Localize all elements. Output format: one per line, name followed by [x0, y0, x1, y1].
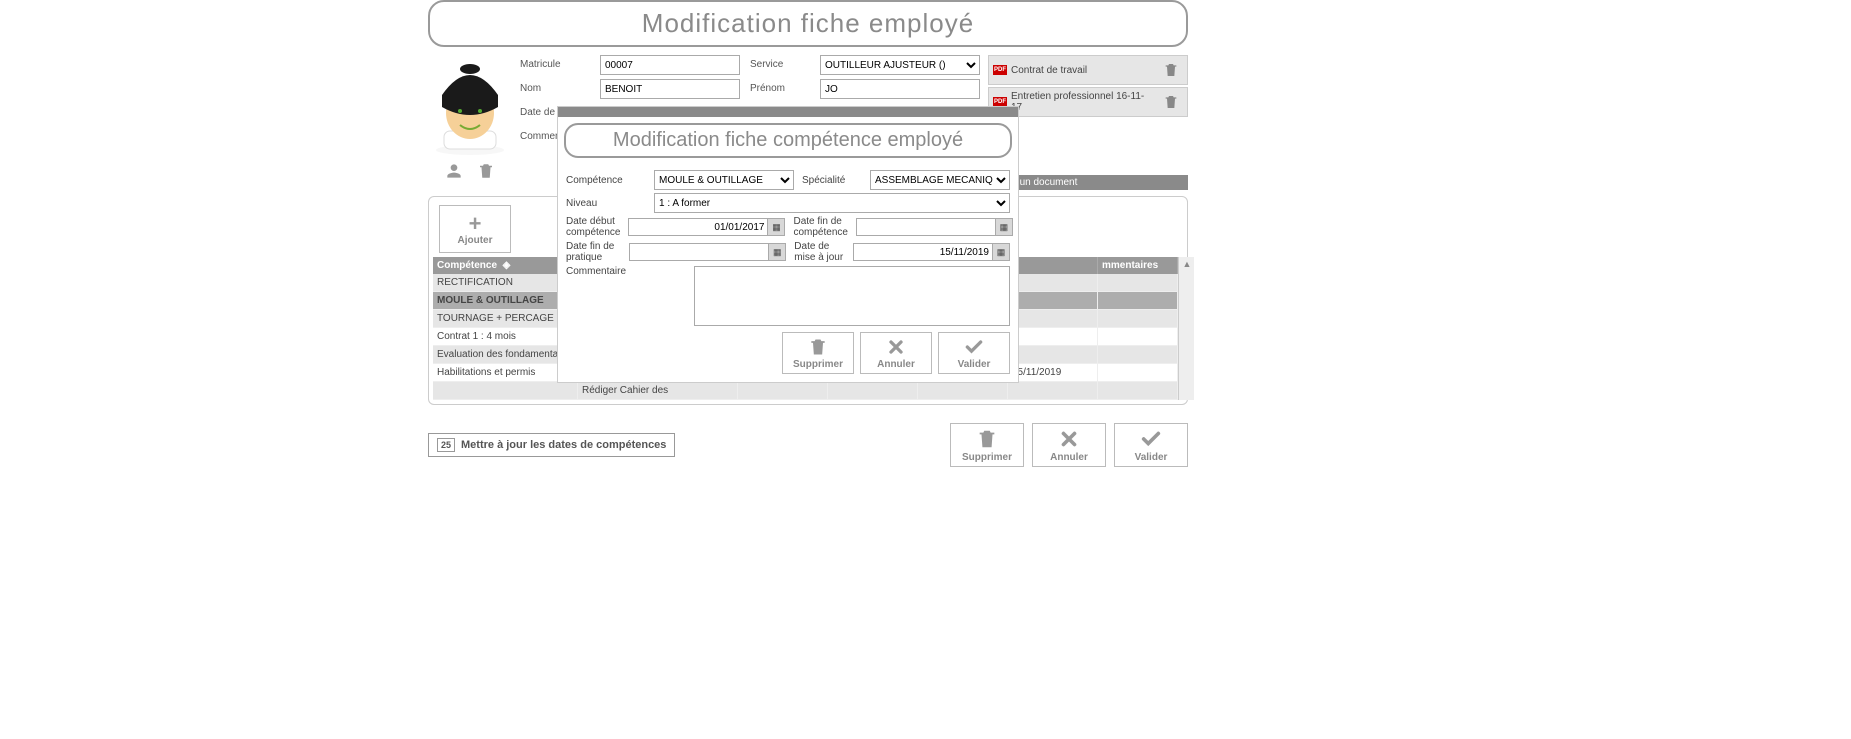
date-maj-input[interactable] [853, 243, 993, 261]
document-name[interactable]: Entretien professionnel 16-11-17 [1011, 91, 1155, 113]
modal-annuler-button[interactable]: Annuler [860, 332, 932, 374]
competence-modal: Modification fiche compétence employé Co… [558, 107, 1018, 382]
col-commentaires[interactable]: mmentaires [1098, 257, 1178, 274]
date-fin-label: Date fin de compétence [793, 216, 847, 238]
modal-valider-button[interactable]: Valider [938, 332, 1010, 374]
document-delete-icon[interactable] [1159, 90, 1183, 114]
supprimer-label: Supprimer [962, 452, 1012, 463]
pdf-icon: PDF [993, 97, 1007, 107]
date-maj-label: Date de mise à jour [794, 241, 845, 263]
avatar [428, 55, 512, 155]
competence-label: Compétence [566, 175, 646, 186]
calendar-icon[interactable]: ▦ [768, 243, 786, 261]
annuler-label: Annuler [1050, 452, 1088, 463]
calendar-icon[interactable]: ▦ [767, 218, 785, 236]
action-bar: 25 Mettre à jour les dates de compétence… [428, 423, 1188, 467]
avatar-column [428, 55, 512, 190]
update-dates-button[interactable]: 25 Mettre à jour les dates de compétence… [428, 433, 675, 457]
modal-valider-label: Valider [958, 359, 991, 370]
modal-supprimer-label: Supprimer [793, 359, 843, 370]
specialite-label: Spécialité [802, 175, 862, 186]
matricule-field[interactable] [600, 55, 740, 75]
date-debut-input[interactable] [628, 218, 768, 236]
matricule-label: Matricule [520, 55, 590, 75]
scroll-up-icon[interactable]: ▲ [1179, 257, 1195, 271]
supprimer-button[interactable]: Supprimer [950, 423, 1024, 467]
plus-icon: + [469, 213, 482, 235]
valider-label: Valider [1135, 452, 1168, 463]
calendar-icon[interactable]: ▦ [992, 243, 1010, 261]
add-document-button[interactable]: outer un document [988, 175, 1188, 190]
document-row: PDF Entretien professionnel 16-11-17 [988, 87, 1188, 117]
modal-supprimer-button[interactable]: Supprimer [782, 332, 854, 374]
nom-label: Nom [520, 79, 590, 99]
add-competence-button[interactable]: + Ajouter [439, 205, 511, 253]
document-name[interactable]: Contrat de travail [1011, 65, 1155, 76]
valider-button[interactable]: Valider [1114, 423, 1188, 467]
date-fin-input[interactable] [856, 218, 996, 236]
modal-title: Modification fiche compétence employé [564, 123, 1012, 158]
date-fin-pratique-input[interactable] [629, 243, 769, 261]
date-debut-label: Date début compétence [566, 216, 620, 238]
commentaire-label: Commentaire [566, 266, 686, 277]
calendar-icon: 25 [437, 438, 455, 452]
pdf-icon: PDF [993, 65, 1007, 75]
calendar-icon[interactable]: ▦ [995, 218, 1013, 236]
scrollbar[interactable]: ▲ [1178, 257, 1194, 400]
commentaire-textarea[interactable] [694, 266, 1010, 326]
niveau-label: Niveau [566, 198, 646, 209]
table-row[interactable]: Rédiger Cahier des [433, 382, 1178, 400]
modal-annuler-label: Annuler [877, 359, 915, 370]
avatar-edit-icon[interactable] [442, 159, 466, 183]
prenom-label: Prénom [750, 79, 810, 99]
niveau-select[interactable]: 1 : A former [654, 193, 1010, 213]
competence-select[interactable]: MOULE & OUTILLAGE [654, 170, 794, 190]
modal-drag-bar[interactable] [558, 107, 1018, 117]
update-dates-label: Mettre à jour les dates de compétences [461, 439, 666, 451]
prenom-field[interactable] [820, 79, 980, 99]
service-label: Service [750, 55, 810, 75]
nom-field[interactable] [600, 79, 740, 99]
add-label: Ajouter [458, 235, 493, 246]
page-title: Modification fiche employé [428, 0, 1188, 47]
col-competence[interactable]: Compétence ◈ [433, 257, 578, 274]
document-delete-icon[interactable] [1159, 58, 1183, 82]
documents-panel: PDF Contrat de travail PDF Entretien pro… [988, 55, 1188, 190]
specialite-select[interactable]: ASSEMBLAGE MECANIQUE [870, 170, 1010, 190]
date-fin-pratique-label: Date fin de pratique [566, 241, 621, 263]
avatar-delete-icon[interactable] [474, 159, 498, 183]
document-row: PDF Contrat de travail [988, 55, 1188, 85]
service-select[interactable]: OUTILLEUR AJUSTEUR () [820, 55, 980, 75]
annuler-button[interactable]: Annuler [1032, 423, 1106, 467]
